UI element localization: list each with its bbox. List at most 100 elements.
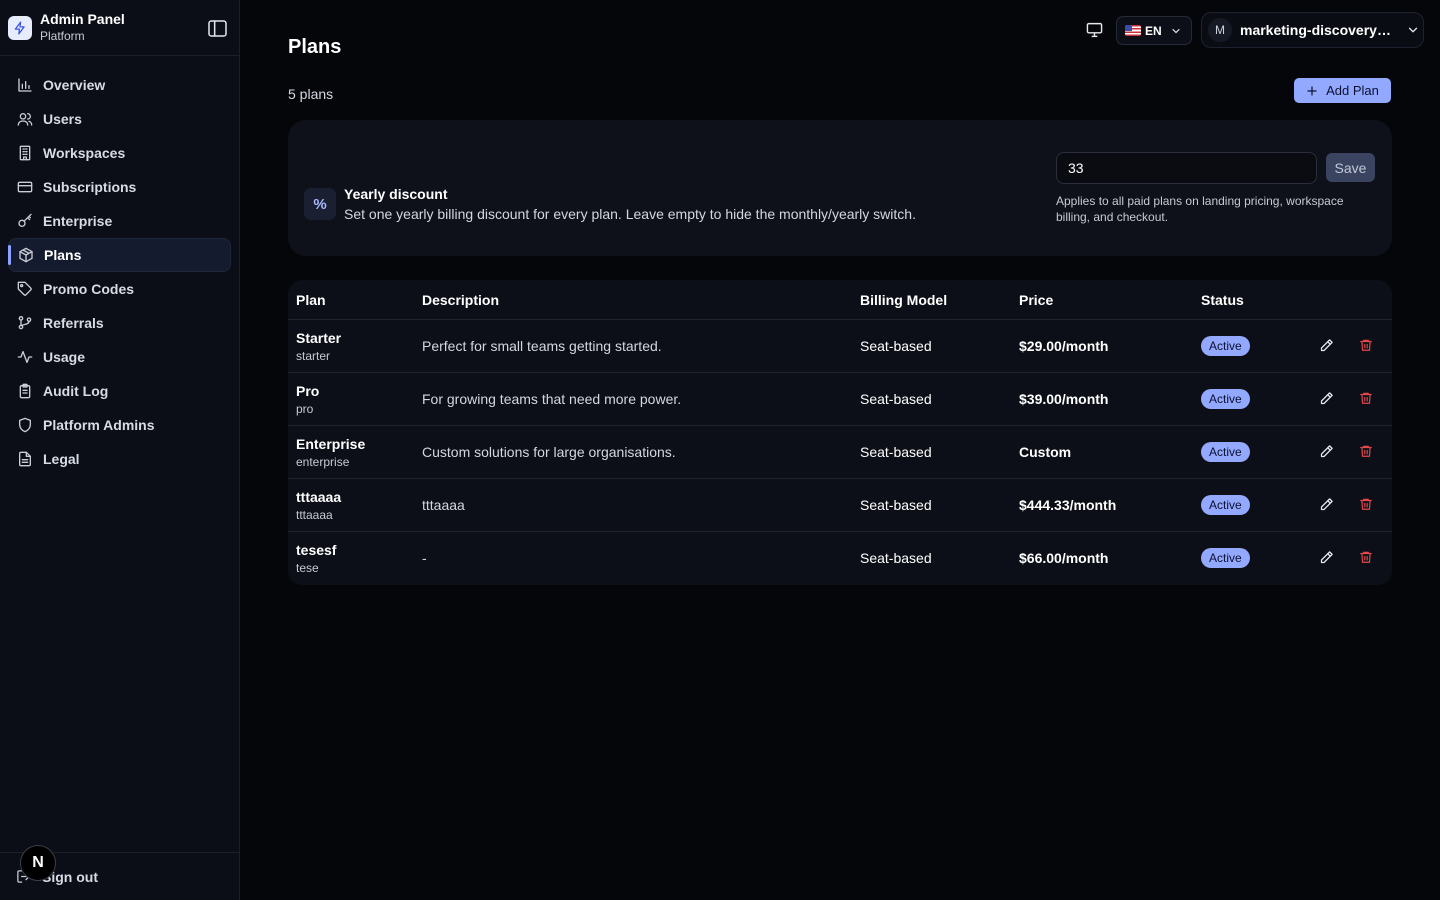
status-badge: Active <box>1201 442 1250 462</box>
add-plan-label: Add Plan <box>1326 83 1379 98</box>
sidebar-item-label: Audit Log <box>43 383 109 399</box>
header-billing-model: Billing Model <box>860 292 948 308</box>
shield-icon <box>16 416 34 434</box>
sidebar-nav: Overview Users Workspaces Subscriptions Ente… <box>0 56 239 476</box>
users-icon <box>16 110 34 128</box>
status-badge: Active <box>1201 548 1250 568</box>
sidebar-item-enterprise[interactable]: Enterprise <box>8 204 231 238</box>
sidebar-item-label: Users <box>43 111 82 127</box>
sidebar-item-subscriptions[interactable]: Subscriptions <box>8 170 231 204</box>
sidebar-item-plans[interactable]: Plans <box>8 238 231 272</box>
plan-cell: Pro pro <box>296 383 319 417</box>
tag-icon <box>16 280 34 298</box>
trash-icon[interactable] <box>1358 390 1374 406</box>
brand-subtitle: Platform <box>40 29 85 43</box>
save-button[interactable]: Save <box>1326 153 1375 182</box>
plan-price: $39.00/month <box>1019 391 1109 407</box>
sidebar-item-label: Workspaces <box>43 145 126 161</box>
plan-slug: pro <box>296 402 314 416</box>
monitor-icon[interactable] <box>1084 20 1104 40</box>
pencil-icon[interactable] <box>1318 390 1334 406</box>
plan-slug: starter <box>296 349 331 363</box>
plan-count: 5 plans <box>288 86 334 102</box>
user-email: marketing-discovery@l... <box>1240 22 1396 38</box>
table-row: Pro pro For growing teams that need more p… <box>288 373 1392 426</box>
plan-slug: tttaaaa <box>296 508 333 522</box>
lightning-logo-icon <box>8 15 32 40</box>
sidebar-item-platform-admins[interactable]: Platform Admins <box>8 408 231 442</box>
sidebar-item-workspaces[interactable]: Workspaces <box>8 136 231 170</box>
bar-chart-icon <box>16 76 34 94</box>
discount-title: Yearly discount <box>344 186 448 202</box>
chevron-down-icon <box>1406 23 1420 37</box>
plan-name: Starter <box>296 330 342 346</box>
plan-price: $444.33/month <box>1019 497 1117 513</box>
language-label: EN <box>1145 23 1162 38</box>
table-row: Starter starter Perfect for small teams ge… <box>288 320 1392 373</box>
discount-description: Set one yearly billing discount for ever… <box>344 206 916 222</box>
plan-price: Custom <box>1019 444 1072 460</box>
us-flag-icon <box>1125 25 1141 36</box>
key-icon <box>16 212 34 230</box>
sidebar-item-referrals[interactable]: Referrals <box>8 306 231 340</box>
pencil-icon[interactable] <box>1318 443 1334 459</box>
plan-description: Custom solutions for large organisations… <box>422 444 676 460</box>
sidebar-item-overview[interactable]: Overview <box>8 68 231 102</box>
sidebar-item-usage[interactable]: Usage <box>8 340 231 374</box>
plan-cell: tttaaaa tttaaaa <box>296 489 341 523</box>
brand-title: Admin Panel <box>40 11 125 27</box>
next-dev-badge[interactable]: N <box>20 845 56 881</box>
user-menu[interactable]: M marketing-discovery@l... <box>1201 12 1424 48</box>
plan-billing-model: Seat-based <box>860 444 932 460</box>
trash-icon[interactable] <box>1358 549 1374 565</box>
sidebar-item-legal[interactable]: Legal <box>8 442 231 476</box>
sidebar-item-label: Usage <box>43 349 86 365</box>
plan-billing-model: Seat-based <box>860 497 932 513</box>
status-badge: Active <box>1201 336 1250 356</box>
table-row: tttaaaa tttaaaa tttaaaa Seat-based $444.33/m… <box>288 479 1392 532</box>
sidebar-item-promo-codes[interactable]: Promo Codes <box>8 272 231 306</box>
table-row: Enterprise enterprise Custom solutions for… <box>288 426 1392 479</box>
pencil-icon[interactable] <box>1318 549 1334 565</box>
trash-icon[interactable] <box>1358 496 1374 512</box>
sidebar-item-audit-log[interactable]: Audit Log <box>8 374 231 408</box>
plan-description: tttaaaa <box>422 497 465 513</box>
plan-billing-model: Seat-based <box>860 550 932 566</box>
sidebar-item-label: Plans <box>44 247 82 263</box>
sidebar-item-users[interactable]: Users <box>8 102 231 136</box>
percent-icon: % <box>304 188 336 220</box>
file-text-icon <box>16 450 34 468</box>
plan-description: For growing teams that need more power. <box>422 391 682 407</box>
plan-description: - <box>422 550 427 566</box>
header-description: Description <box>422 292 500 308</box>
table-row: tesesf tese - Seat-based $66.00/month Active <box>288 532 1392 585</box>
header-plan: Plan <box>296 292 326 308</box>
plan-price: $29.00/month <box>1019 338 1109 354</box>
plan-description: Perfect for small teams getting started. <box>422 338 662 354</box>
plans-table: Plan Description Billing Model Price Sta… <box>288 280 1392 585</box>
add-plan-button[interactable]: Add Plan <box>1294 78 1391 103</box>
plan-cell: tesesf tese <box>296 542 336 576</box>
plan-price: $66.00/month <box>1019 550 1109 566</box>
discount-input[interactable] <box>1056 152 1317 184</box>
plan-name: Enterprise <box>296 436 366 452</box>
pencil-icon[interactable] <box>1318 496 1334 512</box>
plan-name: tttaaaa <box>296 489 342 505</box>
brand-header: Admin Panel Platform <box>0 0 239 56</box>
trash-icon[interactable] <box>1358 443 1374 459</box>
sidebar-toggle-icon[interactable] <box>207 18 227 38</box>
plan-billing-model: Seat-based <box>860 338 932 354</box>
credit-card-icon <box>16 178 34 196</box>
plus-icon <box>1306 85 1318 97</box>
plan-name: Pro <box>296 383 320 399</box>
sidebar-item-label: Promo Codes <box>43 281 135 297</box>
trash-icon[interactable] <box>1358 337 1374 353</box>
page-title: Plans <box>288 36 342 58</box>
plan-slug: enterprise <box>296 455 350 469</box>
header-price: Price <box>1019 292 1054 308</box>
sidebar-item-label: Platform Admins <box>43 417 155 433</box>
sidebar-item-label: Subscriptions <box>43 179 137 195</box>
pencil-icon[interactable] <box>1318 337 1334 353</box>
language-selector[interactable]: EN <box>1116 16 1192 45</box>
header-status: Status <box>1201 292 1244 308</box>
